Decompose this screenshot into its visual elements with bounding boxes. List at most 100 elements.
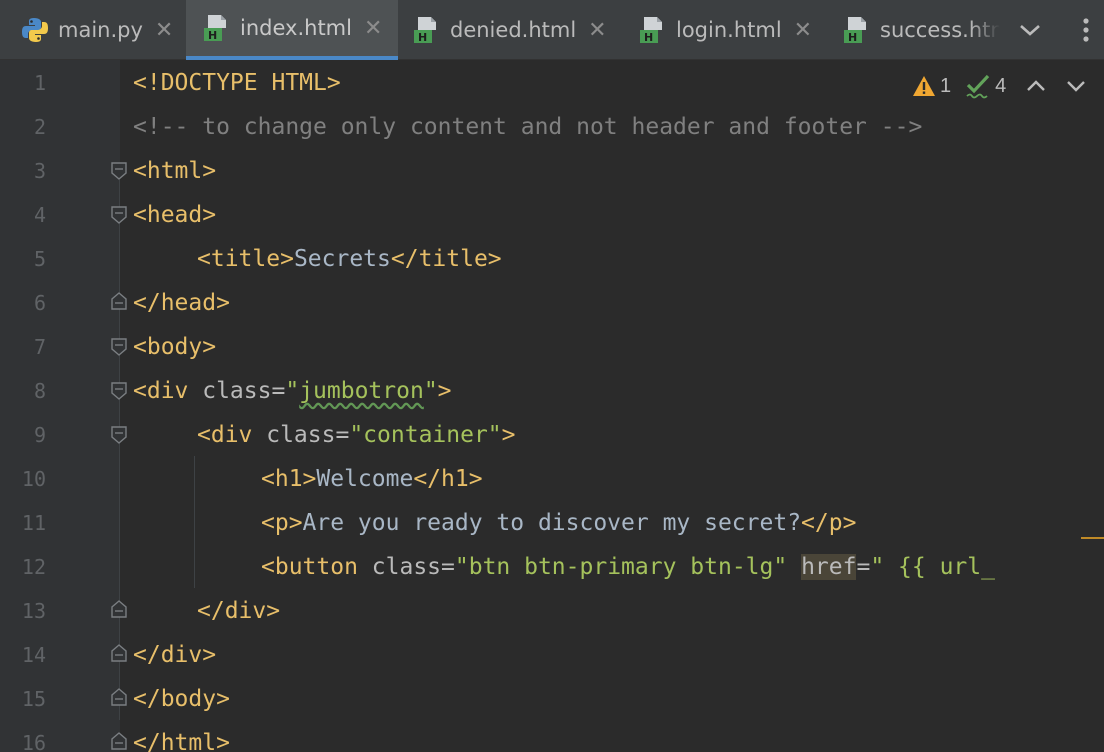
fold-open-icon[interactable] bbox=[111, 206, 127, 224]
line-number: 6 bbox=[33, 291, 46, 315]
code-line-2: <!-- to change only content and not head… bbox=[133, 105, 922, 149]
html-tag: <html> bbox=[133, 158, 217, 184]
line-number: 7 bbox=[33, 335, 46, 359]
weak-warning-count: 4 bbox=[995, 74, 1007, 97]
fold-close-icon[interactable] bbox=[111, 688, 127, 706]
scrollbar-warning-marker[interactable] bbox=[1081, 537, 1104, 539]
tab-login-html[interactable]: H login.html ✕ bbox=[638, 0, 834, 60]
line-number: 2 bbox=[33, 115, 46, 139]
line-number: 14 bbox=[21, 643, 46, 667]
check-icon bbox=[966, 74, 990, 99]
close-icon[interactable]: ✕ bbox=[588, 18, 606, 43]
line-number: 16 bbox=[21, 731, 46, 752]
html-tag: <head> bbox=[133, 202, 217, 228]
fold-open-icon[interactable] bbox=[111, 338, 127, 356]
html-tag: > bbox=[437, 378, 452, 404]
code-line-4: <head> bbox=[133, 193, 216, 237]
attribute-name: class= bbox=[357, 554, 455, 580]
text-content: Welcome bbox=[316, 466, 414, 492]
tab-denied-html[interactable]: H denied.html ✕ bbox=[412, 0, 624, 60]
fold-open-icon[interactable] bbox=[111, 426, 127, 444]
fold-close-icon[interactable] bbox=[111, 732, 127, 750]
attribute-value: "btn btn-primary btn-lg" bbox=[454, 554, 788, 580]
code-line-12: <button class="btn btn-primary btn-lg" h… bbox=[261, 545, 995, 589]
code-line-3: <html> bbox=[133, 149, 216, 193]
html-tag: </div> bbox=[133, 642, 217, 668]
html-file-icon: H bbox=[640, 17, 662, 44]
code-line-1: <!DOCTYPE HTML> bbox=[133, 61, 341, 105]
attribute-value: " bbox=[285, 378, 300, 404]
warning-icon bbox=[913, 76, 935, 96]
tab-label: success.html bbox=[880, 18, 1000, 42]
svg-text:H: H bbox=[848, 31, 857, 44]
close-icon[interactable]: ✕ bbox=[364, 16, 382, 41]
tab-main-py[interactable]: main.py ✕ bbox=[20, 0, 186, 60]
html-tag: <button bbox=[261, 554, 358, 580]
html-tag: <body> bbox=[133, 334, 217, 360]
doctype: <!DOCTYPE HTML> bbox=[133, 70, 341, 96]
svg-text:H: H bbox=[208, 29, 217, 42]
indent-guide bbox=[194, 456, 195, 588]
close-icon[interactable]: ✕ bbox=[155, 18, 173, 43]
tab-success-html[interactable]: H success.html bbox=[842, 0, 1004, 60]
tab-label: login.html bbox=[676, 18, 782, 42]
html-file-icon: H bbox=[414, 17, 436, 44]
close-icon[interactable]: ✕ bbox=[794, 18, 812, 43]
inspection-widget[interactable]: 1 4 bbox=[912, 72, 1086, 100]
fold-close-icon[interactable] bbox=[111, 600, 127, 618]
html-tag: </div> bbox=[197, 598, 281, 624]
chevron-down-icon bbox=[1020, 25, 1040, 36]
code-line-8: <div class="jumbotron"> bbox=[133, 369, 452, 413]
html-tag: </head> bbox=[133, 290, 230, 316]
html-tag: </h1> bbox=[413, 466, 483, 492]
attribute-name: class= bbox=[188, 378, 286, 404]
code-line-5: <title>Secrets</title> bbox=[197, 237, 502, 281]
show-hidden-tabs-button[interactable] bbox=[1016, 16, 1044, 44]
warnings-indicator[interactable]: 1 bbox=[912, 75, 951, 98]
line-number: 4 bbox=[33, 203, 46, 227]
svg-text:H: H bbox=[418, 31, 427, 44]
line-number: 13 bbox=[21, 599, 46, 623]
line-number: 8 bbox=[33, 379, 46, 403]
code-line-14: </div> bbox=[133, 633, 216, 677]
line-number: 11 bbox=[21, 511, 46, 535]
fold-close-icon[interactable] bbox=[111, 292, 127, 310]
code-line-15: </body> bbox=[133, 677, 230, 721]
vertical-dots-icon bbox=[1083, 18, 1089, 42]
more-actions-button[interactable] bbox=[1072, 16, 1100, 44]
html-tag: <div bbox=[133, 378, 189, 404]
html-tag: </title> bbox=[390, 246, 502, 272]
html-tag: </html> bbox=[133, 730, 230, 752]
html-tag: <p> bbox=[261, 510, 303, 536]
attribute-value: " {{ url_ bbox=[870, 554, 995, 580]
next-highlight-button[interactable] bbox=[1066, 79, 1086, 93]
line-number: 10 bbox=[21, 467, 46, 491]
tab-label: denied.html bbox=[450, 18, 577, 42]
text-content: Secrets bbox=[293, 246, 391, 272]
fold-open-icon[interactable] bbox=[111, 382, 127, 400]
line-number: 1 bbox=[33, 71, 46, 95]
code-line-13: </div> bbox=[197, 589, 280, 633]
fold-open-icon[interactable] bbox=[111, 162, 127, 180]
line-number: 15 bbox=[21, 687, 46, 711]
html-tag: > bbox=[501, 422, 516, 448]
html-file-icon: H bbox=[844, 17, 866, 44]
comment: <!-- to change only content and not head… bbox=[133, 114, 923, 140]
tab-index-html[interactable]: H index.html ✕ bbox=[186, 0, 398, 60]
html-tag: </p> bbox=[801, 510, 857, 536]
line-number: 9 bbox=[33, 423, 46, 447]
text-content: Are you ready to discover my secret? bbox=[302, 510, 802, 536]
code-line-9: <div class="container"> bbox=[197, 413, 516, 457]
code-line-11: <p>Are you ready to discover my secret?<… bbox=[261, 501, 856, 545]
attribute-name-highlighted: href bbox=[801, 554, 857, 580]
line-number: 5 bbox=[33, 247, 46, 271]
chevron-down-icon bbox=[1067, 81, 1086, 92]
code-line-10: <h1>Welcome</h1> bbox=[261, 457, 483, 501]
weak-warnings-indicator[interactable]: 4 bbox=[965, 73, 1006, 99]
line-number: 12 bbox=[21, 555, 46, 579]
previous-highlight-button[interactable] bbox=[1026, 79, 1046, 93]
tab-label: main.py bbox=[58, 18, 143, 42]
tab-label: index.html bbox=[240, 16, 352, 40]
fold-close-icon[interactable] bbox=[111, 644, 127, 662]
